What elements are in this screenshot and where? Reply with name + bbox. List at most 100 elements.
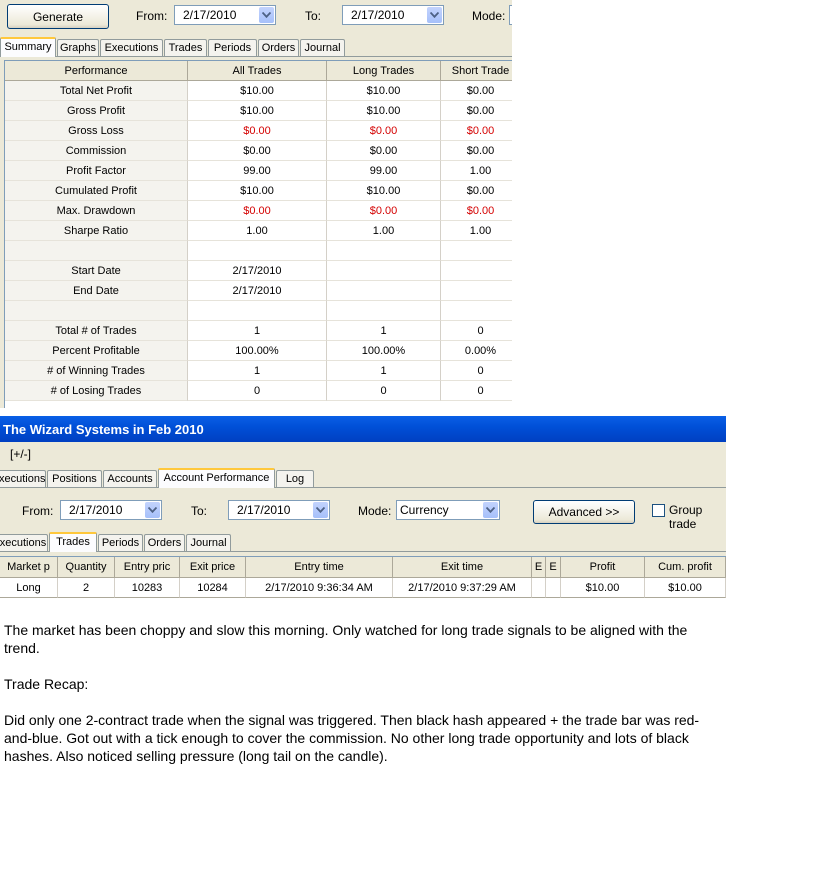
to-date-picker[interactable]: 2/17/2010 [342,5,444,25]
summary-cell-long-trades: 99.00 [327,161,441,181]
summary-cell-all-trades: 2/17/2010 [188,261,327,281]
from-date-value: 2/17/2010 [183,8,237,22]
column-header-profit[interactable]: Profit [561,557,645,578]
tab-executions[interactable]: xecutions [0,470,46,487]
summary-cell-short-trades: 0 [441,361,512,381]
summary-cell-short-trades: 1.00 [441,221,512,241]
summary-cell-long-trades: $0.00 [327,121,441,141]
summary-cell-performance: Start Date [5,261,188,281]
summary-cell-all-trades: 99.00 [188,161,327,181]
summary-cell-short-trades [441,241,512,261]
tab-periods[interactable]: Periods [208,39,257,56]
summary-row[interactable]: Percent Profitable 100.00% 100.00% 0.00% [5,341,512,361]
column-header-entry-price[interactable]: Entry pric [115,557,180,578]
tab-journal[interactable]: Journal [300,39,345,56]
tab-journal[interactable]: Journal [186,534,231,551]
summary-cell-all-trades: 2/17/2010 [188,281,327,301]
column-header-performance[interactable]: Performance [5,61,188,81]
strategy-performance-panel: Generate From: 2/17/2010 To: 2/17/2010 M… [0,0,512,408]
summary-cell-long-trades: 100.00% [327,341,441,361]
summary-cell-performance: Total Net Profit [5,81,188,101]
from-date-picker[interactable]: 2/17/2010 [174,5,276,25]
trade-cell-market-position: Long [0,578,58,598]
summary-cell-performance: Sharpe Ratio [5,221,188,241]
summary-row[interactable]: Profit Factor 99.00 99.00 1.00 [5,161,512,181]
column-header-all-trades[interactable]: All Trades [188,61,327,81]
summary-row[interactable] [5,241,512,261]
window-title-bar[interactable]: The Wizard Systems in Feb 2010 [0,416,726,442]
tab-log[interactable]: Log [276,470,314,487]
tab-executions[interactable]: Executions [100,39,163,56]
column-header-market-position[interactable]: Market p [0,557,58,578]
tab-orders[interactable]: Orders [144,534,185,551]
summary-cell-performance: Commission [5,141,188,161]
column-header-exit-time[interactable]: Exit time [393,557,532,578]
summary-row[interactable]: Max. Drawdown $0.00 $0.00 $0.00 [5,201,512,221]
summary-row[interactable]: Commission $0.00 $0.00 $0.00 [5,141,512,161]
summary-row[interactable]: # of Winning Trades 1 1 0 [5,361,512,381]
summary-cell-performance: Gross Loss [5,121,188,141]
summary-row[interactable]: Total Net Profit $10.00 $10.00 $0.00 [5,81,512,101]
summary-cell-short-trades: 0.00% [441,341,512,361]
from-date-picker[interactable]: 2/17/2010 [60,500,162,520]
summary-cell-performance [5,241,188,261]
notes-paragraph: Did only one 2-contract trade when the s… [4,712,700,764]
chevron-down-icon[interactable] [259,7,274,23]
summary-cell-short-trades [441,261,512,281]
column-header-exit-price[interactable]: Exit price [180,557,246,578]
summary-cell-long-trades [327,241,441,261]
summary-cell-long-trades: $10.00 [327,81,441,101]
tab-summary[interactable]: Summary [0,37,56,57]
tab-orders[interactable]: Orders [258,39,299,56]
summary-row[interactable]: # of Losing Trades 0 0 0 [5,381,512,401]
performance-summary-table: Performance All Trades Long Trades Short… [4,60,512,408]
summary-cell-performance [5,301,188,321]
summary-row[interactable]: Gross Loss $0.00 $0.00 $0.00 [5,121,512,141]
summary-cell-short-trades: 1.00 [441,161,512,181]
chevron-down-icon[interactable] [145,502,160,518]
summary-row[interactable]: Start Date 2/17/2010 [5,261,512,281]
column-header-cum-profit[interactable]: Cum. profit [645,557,726,578]
column-header-entry-time[interactable]: Entry time [246,557,393,578]
summary-cell-short-trades: $0.00 [441,141,512,161]
tab-trades[interactable]: Trades [164,39,207,56]
group-trades-checkbox[interactable] [652,504,665,517]
tab-graphs[interactable]: Graphs [57,39,99,56]
from-label: From: [136,9,168,23]
tab-accounts[interactable]: Accounts [103,470,157,487]
summary-row[interactable]: Sharpe Ratio 1.00 1.00 1.00 [5,221,512,241]
summary-cell-long-trades: 1 [327,361,441,381]
mode-select[interactable] [509,5,512,25]
column-header-quantity[interactable]: Quantity [58,557,115,578]
trade-cell-cum-profit: $10.00 [645,578,726,598]
to-date-picker[interactable]: 2/17/2010 [228,500,330,520]
account-performance-window: The Wizard Systems in Feb 2010 [+/-] xec… [0,416,726,599]
summary-row[interactable] [5,301,512,321]
summary-row[interactable]: Cumulated Profit $10.00 $10.00 $0.00 [5,181,512,201]
expand-collapse-toggle[interactable]: [+/-] [10,447,31,461]
advanced-button[interactable]: Advanced >> [533,500,635,524]
to-label: To: [305,9,322,23]
tab-account-performance[interactable]: Account Performance [158,468,275,488]
chevron-down-icon[interactable] [313,502,328,518]
chevron-down-icon[interactable] [483,502,498,518]
tab-periods[interactable]: Periods [98,534,143,551]
tab-trades[interactable]: Trades [49,532,97,552]
column-header-short-trades[interactable]: Short Trade [441,61,512,81]
column-header-long-trades[interactable]: Long Trades [327,61,441,81]
summary-cell-all-trades: 1 [188,361,327,381]
column-header-exit-name[interactable]: E [532,557,546,578]
column-header-entry-name[interactable]: E [546,557,561,578]
summary-cell-performance: Gross Profit [5,101,188,121]
chevron-down-icon[interactable] [427,7,442,23]
summary-row[interactable]: Gross Profit $10.00 $10.00 $0.00 [5,101,512,121]
summary-cell-short-trades: $0.00 [441,201,512,221]
generate-button[interactable]: Generate [7,4,109,29]
summary-row[interactable]: End Date 2/17/2010 [5,281,512,301]
from-label: From: [22,504,54,518]
tab-positions[interactable]: Positions [47,470,102,487]
tab-executions[interactable]: xecutions [0,534,48,551]
mode-select[interactable]: Currency [396,500,500,520]
trade-cell-quantity: 2 [58,578,115,598]
summary-row[interactable]: Total # of Trades 1 1 0 [5,321,512,341]
